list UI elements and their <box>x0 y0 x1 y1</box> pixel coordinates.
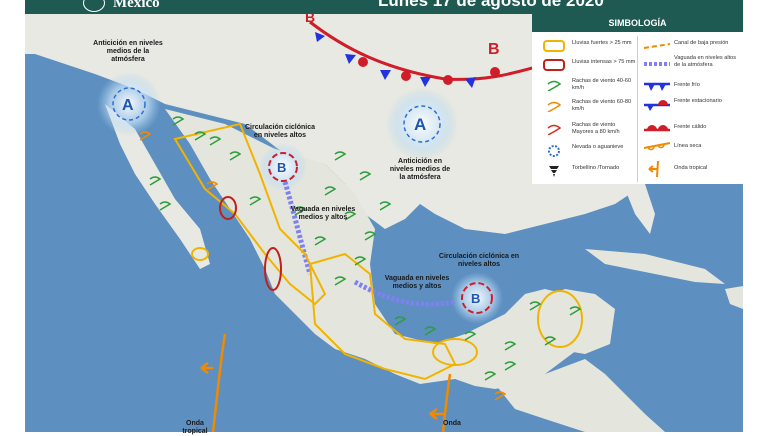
forecast-date-title: Lunes 17 de agosto de 2020 <box>378 0 604 10</box>
legend-divider <box>637 36 638 182</box>
legend-item-wind-60-80: Rachas de viento 60-80 km/h <box>572 99 632 112</box>
cold-front-legend-icon <box>644 82 670 91</box>
intense-rain-legend-icon <box>543 59 565 71</box>
label-cyclonic-circulation-north: Circulación ciclónica en niveles altos <box>244 124 316 139</box>
legend-item-wind-40-60: Rachas de viento 40-60 km/h <box>572 78 632 91</box>
legend-item-heavy-rain: Lluvias fuertes > 25 mm <box>572 40 632 46</box>
wind-80-legend-icon <box>547 124 562 135</box>
label-tropical-wave: Onda tropical <box>182 420 208 435</box>
legend-item-stationary-front: Frente estacionario <box>674 98 722 104</box>
government-seal-icon <box>83 0 105 12</box>
tornado-legend-icon <box>549 166 559 177</box>
legend-item-wind-80: Rachas de viento Mayores a 80 km/h <box>572 122 620 135</box>
snow-legend-icon <box>548 145 560 157</box>
wind-40-60-legend-icon <box>547 80 562 91</box>
legend-item-tornado: Torbellino /Tornado <box>572 165 620 171</box>
legend-item-low-pressure-trough: Canal de baja presión <box>674 40 729 46</box>
dry-line-legend-icon <box>643 142 671 151</box>
warm-front-semicircle <box>358 57 368 67</box>
label-tropical-wave-2: Onda <box>443 420 461 427</box>
legend-panel: SIMBOLOGÍA Lluvias fuertes > 25 mm Lluvi… <box>532 14 743 184</box>
label-anticyclone-gulf: Anticición en niveles medios de la atmós… <box>389 158 451 181</box>
warm-front-semicircle <box>490 67 500 77</box>
legend-item-snow: Nevada o aguanieve <box>572 144 624 150</box>
low-pressure-letter: B <box>277 160 286 175</box>
legend-item-warm-front: Frente cálido <box>674 124 707 130</box>
warm-front-semicircle <box>401 71 411 81</box>
high-pressure-letter: A <box>414 115 426 134</box>
label-trough-north: Vaguada en niveles medios y altos <box>290 206 356 221</box>
legend-item-dry-line: Línea seca <box>674 143 702 149</box>
header-bar-left: México <box>25 0 297 14</box>
label-anticyclone-northwest: Anticición en niveles medios de la atmós… <box>93 40 163 63</box>
label-trough-south: Vaguada en niveles medios y altos <box>384 275 450 290</box>
legend-item-intense-rain: Lluvias intensas > 75 mm <box>572 59 636 65</box>
wind-60-80-legend-icon <box>547 101 562 112</box>
label-cyclonic-circulation-southeast: Circulación ciclónica en niveles altos <box>438 253 520 268</box>
legend-item-cold-front: Frente frío <box>674 82 700 88</box>
low-pressure-letter: B <box>488 41 500 58</box>
low-pressure-letter: B <box>471 291 480 306</box>
legend-title: SIMBOLOGÍA <box>532 14 743 32</box>
tropical-wave-legend-icon <box>648 160 659 178</box>
trough-low-pressure-legend-icon <box>643 43 671 49</box>
heavy-rain-legend-icon <box>543 40 565 52</box>
legend-item-upper-trough: Vaguada en niveles altos de la atmósfera <box>674 55 737 68</box>
warm-front-legend-icon <box>644 125 670 132</box>
low-pressure-letter: B <box>305 14 315 25</box>
legend-item-tropical-wave: Onda tropical <box>674 165 708 171</box>
header-bar-right: Lunes 17 de agosto de 2020 <box>297 0 743 14</box>
upper-trough-legend-icon <box>644 62 670 66</box>
country-name: México <box>113 0 160 11</box>
high-pressure-letter: A <box>122 97 134 114</box>
stationary-front-legend-icon <box>644 100 670 111</box>
warm-front-semicircle <box>443 75 453 85</box>
